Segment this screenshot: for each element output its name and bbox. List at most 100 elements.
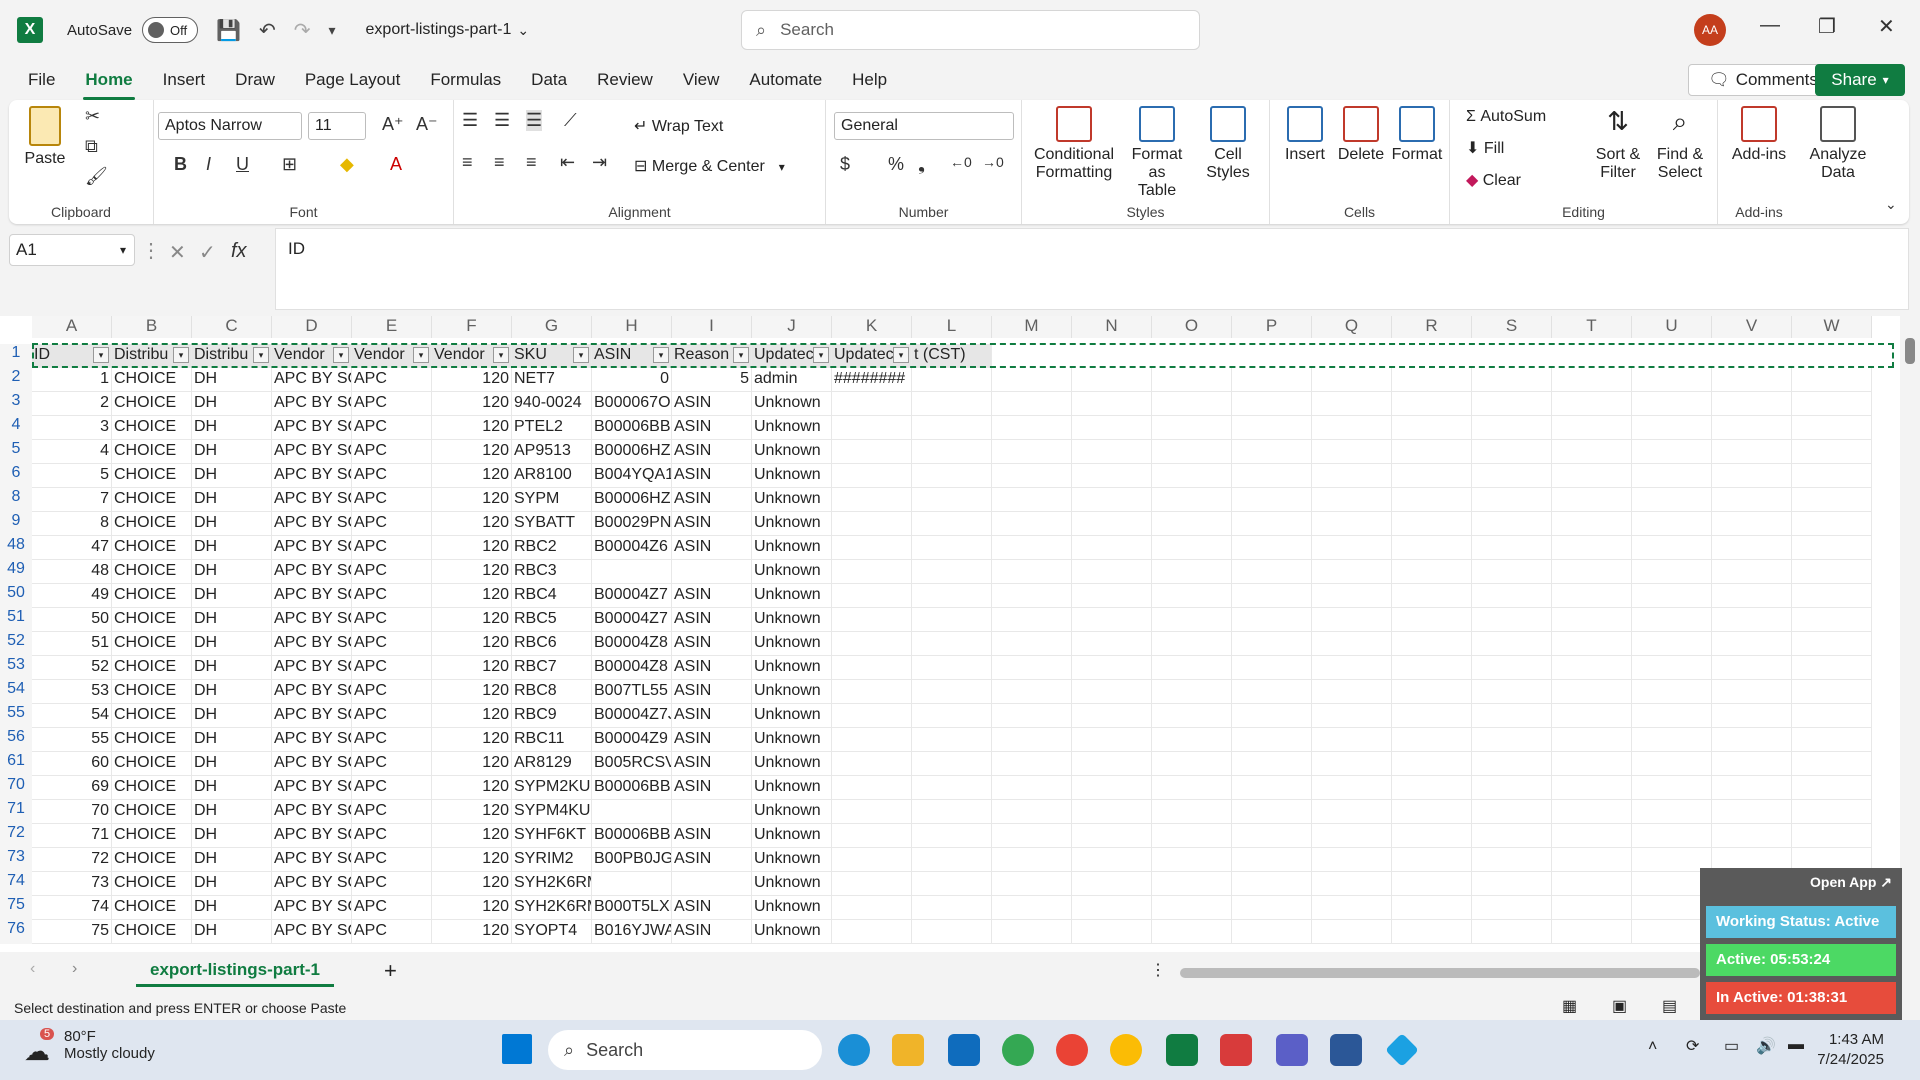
table-cell[interactable] — [1312, 920, 1392, 944]
table-cell[interactable] — [1552, 368, 1632, 392]
table-cell[interactable] — [1312, 632, 1392, 656]
table-cell[interactable] — [1712, 656, 1792, 680]
table-cell[interactable] — [1552, 440, 1632, 464]
table-cell[interactable] — [1552, 752, 1632, 776]
table-cell[interactable] — [1152, 872, 1232, 896]
column-header[interactable]: W — [1792, 316, 1872, 338]
table-cell[interactable]: Unknown — [752, 440, 832, 464]
table-cell[interactable] — [912, 800, 992, 824]
sheet-tab[interactable]: export-listings-part-1 — [136, 956, 335, 987]
table-cell[interactable]: B00004Z9 — [592, 728, 672, 752]
table-cell[interactable] — [1552, 824, 1632, 848]
currency-icon[interactable]: $ — [840, 154, 850, 175]
table-cell[interactable] — [1312, 560, 1392, 584]
header-cell[interactable]: Updatec ▾ — [832, 344, 912, 368]
table-cell[interactable]: Unknown — [752, 632, 832, 656]
table-cell[interactable] — [1472, 632, 1552, 656]
table-cell[interactable] — [1312, 512, 1392, 536]
table-cell[interactable]: 71 — [32, 824, 112, 848]
table-cell[interactable]: APC — [352, 584, 432, 608]
row-header[interactable]: 8 — [0, 488, 32, 512]
table-cell[interactable] — [1312, 680, 1392, 704]
table-cell[interactable] — [912, 464, 992, 488]
table-cell[interactable] — [1312, 464, 1392, 488]
table-cell[interactable] — [1472, 512, 1552, 536]
table-cell[interactable] — [1632, 800, 1712, 824]
table-cell[interactable] — [992, 800, 1072, 824]
table-cell[interactable]: ASIN — [672, 392, 752, 416]
align-right-icon[interactable]: ≡ — [526, 152, 537, 173]
table-cell[interactable]: ASIN — [672, 536, 752, 560]
table-cell[interactable] — [1232, 776, 1312, 800]
table-cell[interactable]: CHOICE — [112, 440, 192, 464]
table-cell[interactable] — [832, 416, 912, 440]
table-cell[interactable]: RBC4 — [512, 584, 592, 608]
table-cell[interactable]: ASIN — [672, 440, 752, 464]
row-header[interactable]: 51 — [0, 608, 32, 632]
table-cell[interactable]: CHOICE — [112, 464, 192, 488]
table-cell[interactable] — [1312, 800, 1392, 824]
table-cell[interactable]: 120 — [432, 488, 512, 512]
copy-icon[interactable]: ⧉ — [85, 136, 98, 157]
zoom-icon[interactable] — [1220, 1034, 1252, 1066]
table-cell[interactable] — [1312, 896, 1392, 920]
table-cell[interactable]: 7 — [32, 488, 112, 512]
table-cell[interactable] — [992, 776, 1072, 800]
table-cell[interactable] — [1392, 488, 1472, 512]
table-cell[interactable]: B00029PN — [592, 512, 672, 536]
table-cell[interactable] — [1312, 392, 1392, 416]
table-cell[interactable] — [1152, 608, 1232, 632]
spreadsheet-grid[interactable]: A B C D E F G H I J K L M N O P Q R S T U V W 1 ID ▾ Distribu ▾ Dist… — [0, 316, 1900, 952]
table-cell[interactable] — [1392, 728, 1472, 752]
menu-item-insert[interactable]: Insert — [161, 64, 208, 96]
table-cell[interactable] — [1312, 848, 1392, 872]
table-cell[interactable]: Unknown — [752, 896, 832, 920]
row-header[interactable]: 2 — [0, 368, 32, 392]
table-cell[interactable]: 8 — [32, 512, 112, 536]
table-cell[interactable] — [1152, 824, 1232, 848]
table-cell[interactable] — [1472, 752, 1552, 776]
table-cell[interactable] — [912, 416, 992, 440]
table-cell[interactable]: 120 — [432, 824, 512, 848]
table-cell[interactable]: 48 — [32, 560, 112, 584]
menu-item-draw[interactable]: Draw — [233, 64, 277, 96]
header-cell[interactable]: ID ▾ — [32, 344, 112, 368]
teams-icon[interactable] — [1276, 1034, 1308, 1066]
table-cell[interactable] — [1552, 392, 1632, 416]
table-cell[interactable]: APC BY SC — [272, 632, 352, 656]
table-cell[interactable] — [1792, 416, 1872, 440]
table-cell[interactable]: APC BY SC — [272, 848, 352, 872]
table-cell[interactable] — [1712, 704, 1792, 728]
table-cell[interactable]: CHOICE — [112, 800, 192, 824]
insert-function-icon[interactable]: fx — [231, 240, 247, 263]
table-cell[interactable]: CHOICE — [112, 584, 192, 608]
table-cell[interactable] — [1792, 368, 1872, 392]
align-bottom-icon[interactable]: ☰ — [526, 110, 543, 131]
table-cell[interactable] — [1232, 872, 1312, 896]
table-cell[interactable]: CHOICE — [112, 896, 192, 920]
table-cell[interactable] — [992, 632, 1072, 656]
column-header[interactable]: L — [912, 316, 992, 338]
paste-button[interactable]: Paste — [23, 106, 67, 168]
table-cell[interactable]: 120 — [432, 560, 512, 584]
table-cell[interactable]: APC BY SC — [272, 416, 352, 440]
table-cell[interactable] — [1392, 704, 1472, 728]
table-cell[interactable]: Unknown — [752, 800, 832, 824]
table-cell[interactable]: APC BY SC — [272, 896, 352, 920]
row-header[interactable]: 53 — [0, 656, 32, 680]
table-cell[interactable] — [1072, 584, 1152, 608]
table-cell[interactable] — [1712, 512, 1792, 536]
table-cell[interactable]: Unknown — [752, 920, 832, 944]
format-cells-button[interactable]: Format — [1390, 106, 1444, 164]
table-cell[interactable] — [832, 584, 912, 608]
header-cell[interactable]: t (CST) — [912, 344, 992, 368]
table-cell[interactable]: 120 — [432, 608, 512, 632]
table-cell[interactable] — [1072, 872, 1152, 896]
table-cell[interactable]: APC BY SC — [272, 512, 352, 536]
header-cell[interactable]: Distribu ▾ — [112, 344, 192, 368]
filter-dropdown-icon[interactable]: ▾ — [893, 347, 909, 363]
row-header[interactable]: 75 — [0, 896, 32, 920]
table-cell[interactable] — [1232, 608, 1312, 632]
table-cell[interactable] — [1152, 776, 1232, 800]
autosum-button[interactable]: Σ AutoSum — [1466, 108, 1546, 126]
